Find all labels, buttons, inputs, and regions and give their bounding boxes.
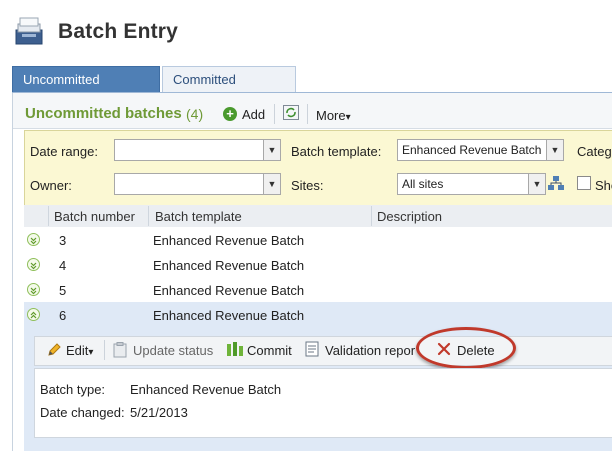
sites-select[interactable]: All sites <box>397 173 529 195</box>
batch-number-cell: 5 <box>59 283 67 298</box>
date-range-select[interactable] <box>114 139 264 161</box>
table-row[interactable] <box>24 277 612 303</box>
refresh-icon[interactable] <box>283 105 299 120</box>
section-title: Uncommitted batches <box>25 105 182 122</box>
pencil-icon[interactable] <box>46 342 62 358</box>
column-header-batch-template[interactable]: Batch template <box>155 209 242 224</box>
update-status-button[interactable]: Update status <box>133 343 213 358</box>
batch-number-cell: 4 <box>59 258 67 273</box>
table-row[interactable] <box>24 227 612 253</box>
category-label: Catego <box>577 144 612 159</box>
commit-icon[interactable] <box>226 341 244 357</box>
batch-template-cell: Enhanced Revenue Batch <box>153 308 305 323</box>
chevron-down-icon: ▾ <box>345 112 351 123</box>
batch-type-label: Batch type: <box>40 382 106 397</box>
column-divider <box>148 206 149 226</box>
show-checkbox[interactable] <box>577 176 591 190</box>
date-changed-label: Date changed: <box>40 405 125 420</box>
chevron-down-icon: ▾ <box>88 347 94 358</box>
tab-uncommitted-batches[interactable]: Uncommitted Batches <box>12 66 160 113</box>
update-status-icon[interactable] <box>113 342 127 358</box>
edit-menu-button[interactable]: Edit▾ <box>66 343 93 358</box>
date-range-dropdown-arrow[interactable]: ▼ <box>263 139 281 161</box>
batch-type-value: Enhanced Revenue Batch <box>130 382 282 397</box>
batch-number-cell: 6 <box>59 308 67 323</box>
show-label: Sho <box>595 178 612 193</box>
batch-template-label: Batch template: <box>291 144 382 159</box>
more-menu-button[interactable]: More▾ <box>316 108 351 123</box>
batch-entry-icon <box>12 14 46 48</box>
column-header-description[interactable]: Description <box>377 209 442 224</box>
expand-row-icon[interactable] <box>27 283 40 296</box>
owner-label: Owner: <box>30 178 72 193</box>
validation-report-icon[interactable] <box>305 341 319 357</box>
date-changed-value: 5/21/2013 <box>130 405 188 420</box>
add-icon[interactable]: + <box>223 107 237 121</box>
toolbar-divider <box>274 104 275 124</box>
owner-select[interactable] <box>114 173 264 195</box>
edit-label: Edit <box>66 343 89 358</box>
column-divider <box>371 206 372 226</box>
page-title: Batch Entry <box>58 20 179 43</box>
toolbar-divider <box>104 340 105 360</box>
batch-template-cell: Enhanced Revenue Batch <box>153 233 305 248</box>
add-button[interactable]: Add <box>242 107 265 122</box>
validation-report-button[interactable]: Validation repor <box>325 343 415 358</box>
more-label: More <box>316 108 346 123</box>
owner-dropdown-arrow[interactable]: ▼ <box>263 173 281 195</box>
commit-button[interactable]: Commit <box>247 343 292 358</box>
sites-dropdown-arrow[interactable]: ▼ <box>528 173 546 195</box>
date-range-label: Date range: <box>30 144 98 159</box>
toolbar-divider <box>307 104 308 124</box>
column-header-batch-number[interactable]: Batch number <box>54 209 135 224</box>
tab-committed-batches[interactable]: Committed Batches <box>162 66 296 113</box>
delete-highlight-callout <box>416 327 516 369</box>
batch-details-box <box>34 368 612 438</box>
site-hierarchy-icon[interactable] <box>548 175 564 191</box>
expand-row-icon[interactable] <box>27 233 40 246</box>
expand-row-icon[interactable] <box>27 258 40 271</box>
collapse-row-icon[interactable] <box>27 308 40 321</box>
batch-template-select[interactable]: Enhanced Revenue Batch <box>397 139 547 161</box>
batch-template-dropdown-arrow[interactable]: ▼ <box>546 139 564 161</box>
batch-number-cell: 3 <box>59 233 67 248</box>
table-row[interactable] <box>24 252 612 278</box>
batch-template-cell: Enhanced Revenue Batch <box>153 258 305 273</box>
batch-count: (4) <box>186 106 204 122</box>
sites-label: Sites: <box>291 178 324 193</box>
table-row-selected[interactable] <box>24 302 612 328</box>
batch-template-cell: Enhanced Revenue Batch <box>153 283 305 298</box>
column-divider <box>48 206 49 226</box>
